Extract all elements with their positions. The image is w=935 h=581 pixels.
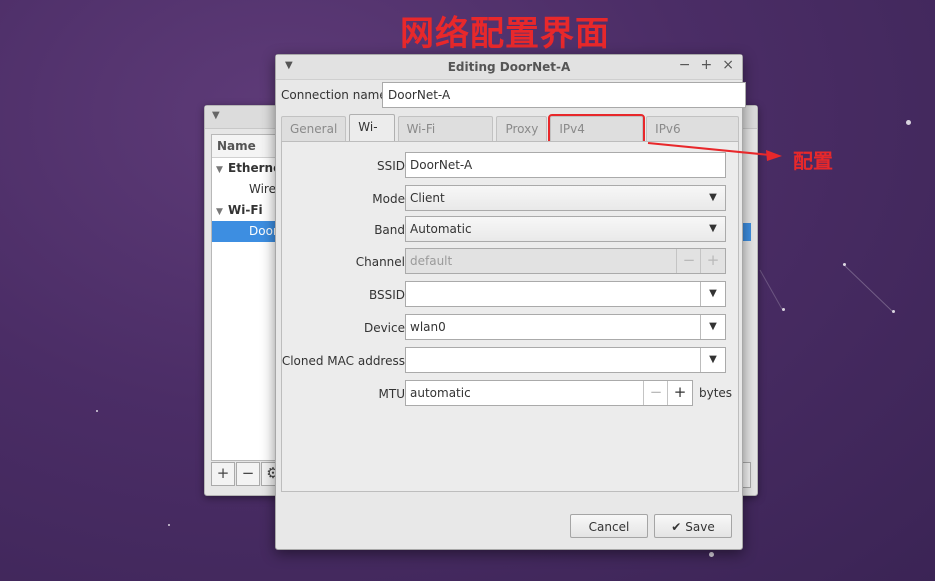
tree-item-doornet[interactable]: DoorNet-A (212, 221, 278, 242)
tab-bar: General Wi-Fi Wi-Fi Security Proxy IPv4 … (281, 114, 742, 160)
dialog-title: Editing DoorNet-A (447, 60, 571, 74)
annotation-label: 配置 (793, 149, 833, 173)
increment-icon[interactable]: + (667, 381, 692, 405)
connection-name-input[interactable]: DoorNet-A (382, 82, 746, 108)
device-value: wlan0 (410, 320, 446, 334)
decrement-icon: − (676, 249, 701, 273)
tree-group-wifi[interactable]: ▼ Wi-Fi (212, 200, 278, 221)
connections-list[interactable]: Name ▼Ethernet Wired connection 1 ▼Wi-Fi… (211, 134, 279, 461)
tree-item-wired[interactable]: Wired connection 1 (212, 179, 278, 200)
tree-label: Ethernet (228, 161, 278, 175)
save-button[interactable]: ✔ Save (654, 514, 732, 538)
increment-icon: + (700, 249, 725, 273)
tree-label: Wi-Fi (228, 203, 263, 217)
bssid-combo[interactable]: ▼ (405, 281, 726, 307)
minimize-icon[interactable]: − (679, 57, 691, 73)
connection-name-label: Connection name (281, 88, 387, 102)
band-label: Band (374, 223, 405, 237)
chevron-down-icon[interactable]: ▼ (700, 282, 725, 306)
cancel-button[interactable]: Cancel (570, 514, 648, 538)
band-select[interactable]: Automatic ▼ (405, 216, 726, 242)
cloned-mac-combo[interactable]: ▼ (405, 347, 726, 373)
mode-select[interactable]: Client ▼ (405, 185, 726, 211)
cancel-label: Cancel (588, 520, 630, 534)
device-combo[interactable]: wlan0 ▼ (405, 314, 726, 340)
selection-highlight-edge (743, 223, 751, 241)
tab-ipv4-settings[interactable]: IPv4 Settings (548, 114, 646, 160)
channel-value: default (410, 254, 453, 268)
list-header: Name (212, 135, 278, 158)
tab-proxy[interactable]: Proxy (496, 116, 548, 141)
expand-triangle-icon[interactable]: ▼ (216, 202, 228, 223)
maximize-icon[interactable]: + (701, 57, 713, 73)
tab-ipv6-settings[interactable]: IPv6 Settings (646, 116, 739, 160)
annotation-title: 网络配置界面 (400, 14, 610, 54)
ssid-label: SSID (376, 159, 405, 173)
chevron-down-icon[interactable]: ▼ (700, 315, 725, 339)
window-menu-icon[interactable]: ▼ (212, 110, 220, 121)
mtu-spinner[interactable]: automatic − + (405, 380, 693, 406)
mode-value: Client (410, 191, 445, 205)
tab-general[interactable]: General (281, 116, 347, 141)
decrement-icon[interactable]: − (643, 381, 668, 405)
chevron-down-icon[interactable]: ▼ (701, 186, 725, 210)
ssid-input[interactable]: DoorNet-A (405, 152, 726, 178)
expand-triangle-icon[interactable]: ▼ (216, 160, 228, 181)
cloned-mac-label: Cloned MAC address (281, 354, 405, 368)
mtu-label: MTU (378, 387, 405, 401)
band-value: Automatic (410, 222, 472, 236)
bssid-label: BSSID (368, 288, 405, 302)
remove-connection-button[interactable]: − (236, 462, 260, 486)
dialog-titlebar[interactable]: ▼ Editing DoorNet-A − + × (276, 55, 742, 80)
tab-wifi[interactable]: Wi-Fi (349, 114, 395, 158)
chevron-down-icon[interactable]: ▼ (700, 348, 725, 372)
device-label: Device (363, 321, 405, 335)
channel-label: Channel (355, 255, 405, 269)
mtu-unit: bytes (699, 386, 733, 400)
mode-label: Mode (372, 192, 405, 206)
save-label: Save (685, 520, 715, 534)
chevron-down-icon[interactable]: ▼ (701, 217, 725, 241)
tree-group-ethernet[interactable]: ▼Ethernet (212, 158, 278, 179)
wifi-settings-panel: SSID DoorNet-A Mode Client ▼ Band Automa… (281, 141, 739, 492)
channel-spinner: default − + (405, 248, 726, 274)
mtu-value: automatic (410, 386, 471, 400)
tab-wifi-security[interactable]: Wi-Fi Security (397, 116, 494, 160)
add-connection-button[interactable]: + (211, 462, 235, 486)
check-icon: ✔ (671, 520, 682, 534)
edit-connection-dialog: ▼ Editing DoorNet-A − + × Connection nam… (275, 54, 746, 550)
close-icon[interactable]: × (722, 57, 734, 73)
